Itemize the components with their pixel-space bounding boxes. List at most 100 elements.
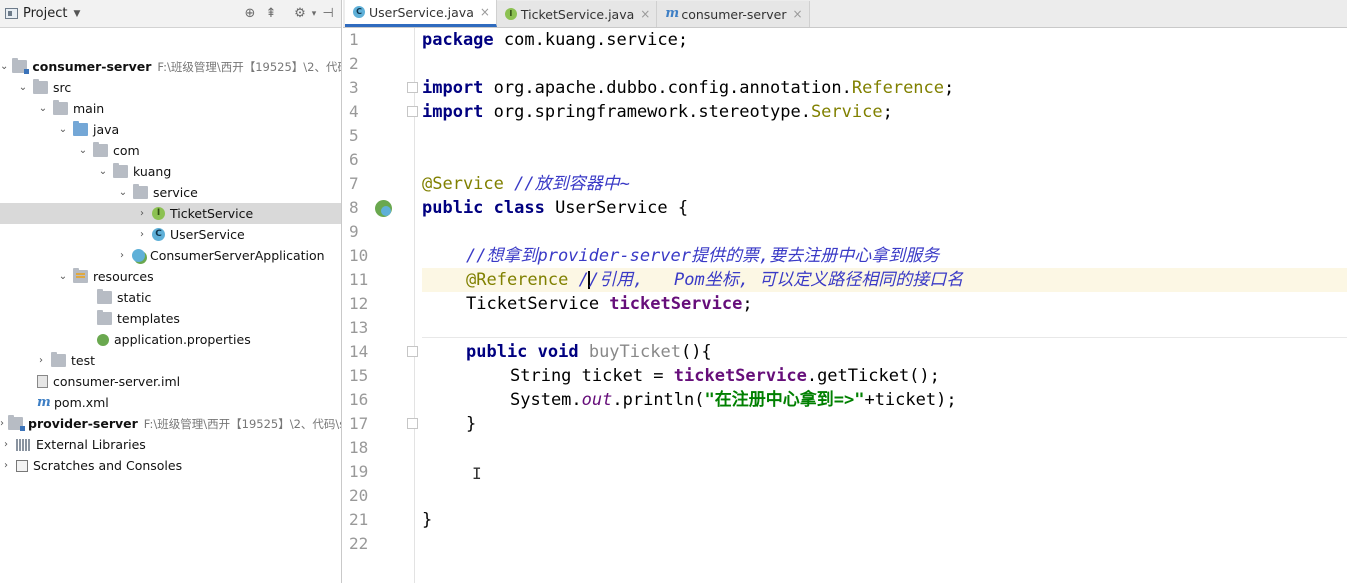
class-icon: C: [353, 6, 365, 18]
fold-marker-icon[interactable]: [407, 82, 418, 93]
semicolon: ;: [944, 78, 955, 98]
expand-arrow-icon[interactable]: ⌄: [57, 124, 69, 135]
folder-icon: [53, 100, 68, 115]
statement: .getTicket();: [806, 366, 940, 386]
expand-arrow-icon[interactable]: ⌄: [17, 82, 29, 93]
code-editor[interactable]: C UserService.java × I TicketService.jav…: [343, 0, 1347, 583]
maven-icon: m: [665, 6, 680, 21]
line-number: 1: [349, 30, 359, 49]
tree-item-userservice[interactable]: › C UserService: [0, 224, 341, 245]
editor-gutter[interactable]: 1 2 3 4 5 6 7 8 9 10 11 12 13 14 15 16 1…: [343, 28, 418, 583]
annotation: @Service: [422, 174, 504, 194]
module-folder-icon: [8, 415, 25, 431]
keyword: public class: [422, 198, 545, 218]
tree-item-label: application.properties: [114, 332, 251, 347]
tree-item-java[interactable]: ⌄ java: [0, 119, 341, 140]
module-path: F:\班级管理\西开【19525】\2、代码\s: [143, 416, 342, 431]
expand-arrow-icon[interactable]: ⌄: [77, 145, 89, 156]
line-number: 11: [349, 270, 369, 289]
expand-arrow-icon[interactable]: ›: [136, 208, 148, 219]
expand-arrow-icon[interactable]: ⌄: [0, 61, 8, 72]
fold-marker-icon[interactable]: [407, 106, 418, 117]
source-folder-icon: [73, 121, 88, 136]
resources-folder-icon: [73, 268, 88, 283]
tree-item-ticketservice[interactable]: › I TicketService: [0, 203, 341, 224]
tree-item-label: ConsumerServerApplication: [150, 248, 325, 263]
line-number: 17: [349, 414, 369, 433]
annotation: @Reference: [466, 270, 569, 290]
spring-bean-icon[interactable]: [375, 200, 392, 217]
tab-label: consumer-server: [681, 6, 787, 22]
comment: /: [568, 270, 589, 290]
expand-arrow-icon[interactable]: ›: [0, 460, 12, 471]
imported-class: Service: [810, 102, 883, 122]
keyword: import: [422, 78, 484, 98]
tree-item-kuang[interactable]: ⌄ kuang: [0, 161, 341, 182]
tree-item-consumer-server[interactable]: ⌄ consumer-server F:\班级管理\西开【19525】\2、代码…: [0, 56, 342, 77]
target-icon[interactable]: ⊕: [242, 6, 258, 22]
close-icon[interactable]: ×: [480, 5, 490, 19]
expand-arrow-icon[interactable]: ›: [136, 229, 148, 240]
tree-item-main[interactable]: ⌄ main: [0, 98, 341, 119]
expand-arrow-icon[interactable]: ›: [35, 355, 47, 366]
hide-icon[interactable]: ⊣: [320, 6, 336, 22]
tree-item-static[interactable]: static: [0, 287, 341, 308]
imported-class: Reference: [851, 78, 945, 98]
tree-item-consumerserverapplication[interactable]: › ConsumerServerApplication: [0, 245, 341, 266]
tree-item-label: static: [117, 290, 152, 305]
tree-item-test[interactable]: › test: [0, 350, 341, 371]
expand-arrow-icon[interactable]: ⌄: [37, 103, 49, 114]
project-view-selector[interactable]: Project: [23, 6, 67, 21]
tree-item-label: consumer-server.iml: [53, 374, 181, 389]
tree-item-scratches-and-consoles[interactable]: › Scratches and Consoles: [0, 455, 341, 476]
tree-item-consumer-server-iml[interactable]: consumer-server.iml: [0, 371, 341, 392]
close-icon[interactable]: ×: [640, 7, 650, 21]
expand-arrow-icon[interactable]: ›: [0, 418, 4, 429]
closing-brace: }: [422, 510, 433, 530]
comment: //放到容器中~: [503, 174, 630, 194]
tree-item-provider-server[interactable]: › provider-server F:\班级管理\西开【19525】\2、代码…: [0, 413, 342, 434]
tree-item-templates[interactable]: templates: [0, 308, 341, 329]
folder-icon: [97, 289, 112, 304]
module-path: F:\班级管理\西开【19525】\2、代码\: [157, 59, 342, 74]
line-number: 3: [349, 78, 359, 97]
fold-marker-icon[interactable]: [407, 418, 418, 429]
tab-consumer-server[interactable]: m consumer-server ×: [657, 1, 810, 27]
maven-icon: m: [37, 395, 51, 410]
line-number: 20: [349, 486, 369, 505]
iml-file-icon: [37, 375, 48, 388]
class-declaration: UserService {: [544, 198, 689, 218]
tree-item-pom-xml[interactable]: m pom.xml: [0, 392, 341, 413]
chevron-down-icon[interactable]: ▼: [73, 9, 80, 19]
code-area[interactable]: package com.kuang.service; import org.ap…: [422, 28, 1347, 583]
expand-arrow-icon[interactable]: ›: [0, 439, 12, 450]
expand-arrow-icon[interactable]: ⌄: [117, 187, 129, 198]
tab-userservice-java[interactable]: C UserService.java ×: [345, 0, 497, 27]
keyword: public void: [466, 342, 579, 362]
code-line-11: @Reference //引用, Pom坐标, 可以定义路径相同的接口名: [422, 268, 1347, 292]
code-line-3: import org.apache.dubbo.config.annotatio…: [422, 76, 1347, 100]
tree-item-external-libraries[interactable]: › External Libraries: [0, 434, 341, 455]
line-number: 12: [349, 294, 369, 313]
project-tool-window: Project ▼ ⊕ ⇞ ⚙ ▾ ⊣ ⌄ consumer-server F:…: [0, 0, 342, 583]
expand-arrow-icon[interactable]: ⌄: [97, 166, 109, 177]
tree-item-src[interactable]: ⌄ src: [0, 77, 341, 98]
editor-tab-bar: C UserService.java × I TicketService.jav…: [343, 0, 1347, 28]
close-icon[interactable]: ×: [793, 7, 803, 21]
expand-arrow-icon[interactable]: ›: [116, 250, 128, 261]
tree-item-resources[interactable]: ⌄ resources: [0, 266, 341, 287]
tree-item-com[interactable]: ⌄ com: [0, 140, 341, 161]
package-name: com.kuang.service;: [493, 30, 689, 50]
tree-item-service[interactable]: ⌄ service: [0, 182, 341, 203]
expand-arrow-icon[interactable]: ⌄: [57, 271, 69, 282]
keyword: import: [422, 102, 484, 122]
fold-marker-icon[interactable]: [407, 346, 418, 357]
collapse-all-icon[interactable]: ⇞: [263, 6, 279, 22]
tree-item-label: kuang: [133, 164, 172, 179]
tree-item-application-properties[interactable]: application.properties: [0, 329, 341, 350]
line-number: 9: [349, 222, 359, 241]
type-name: TicketService: [466, 294, 610, 314]
method-params: (){: [680, 342, 712, 362]
tab-ticketservice-java[interactable]: I TicketService.java ×: [496, 1, 658, 27]
field-name: ticketService: [673, 366, 807, 386]
